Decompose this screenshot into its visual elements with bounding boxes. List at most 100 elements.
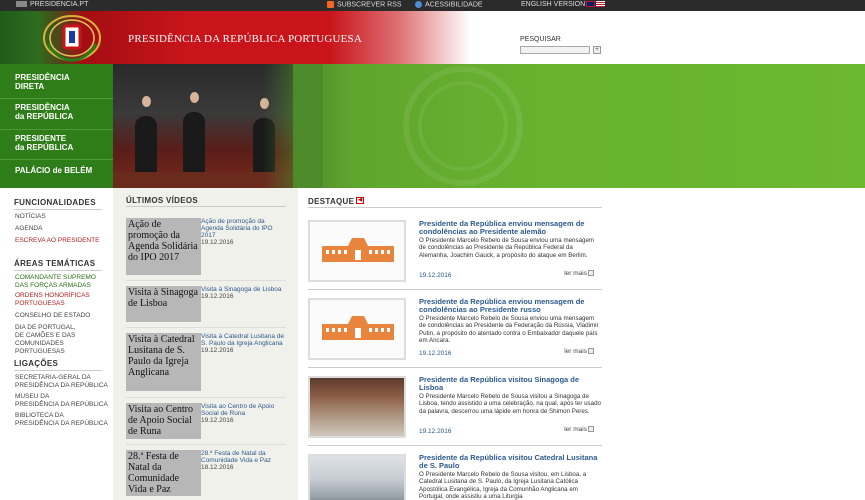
- link-agenda[interactable]: AGENDA: [15, 225, 42, 233]
- link-escreva-presidente[interactable]: ESCREVA AO PRESIDENTE: [15, 237, 99, 245]
- video-thumbnail[interactable]: Visita à Sinagoga de Lisboa: [126, 286, 201, 322]
- plus-icon: [588, 426, 594, 433]
- link-line: PRESIDÊNCIA DA REPÚBLICA: [15, 401, 108, 408]
- divider: [126, 444, 286, 445]
- nav-item-line: PRESIDÊNCIA: [15, 103, 70, 112]
- news-image[interactable]: [308, 220, 406, 282]
- video-title-text: Visita ao Centro de Apoio Social de Runa: [201, 403, 275, 417]
- video-date: 19.12.2016: [201, 417, 234, 424]
- video-title[interactable]: Visita à Catedral Lusitana de S. Paulo d…: [201, 333, 286, 354]
- home-icon: [16, 1, 27, 8]
- divider: [126, 280, 286, 281]
- link-museu[interactable]: MUSEU DA PRESIDÊNCIA DA REPÚBLICA: [15, 393, 108, 409]
- video-date: 19.12.2016: [201, 239, 234, 246]
- arrow-left-icon[interactable]: ◀: [356, 197, 365, 204]
- nav-presidencia-republica[interactable]: PRESIDÊNCIA da REPÚBLICA: [0, 103, 113, 125]
- divider: [308, 207, 602, 208]
- link-dia-de-portugal[interactable]: DIA DE PORTUGAL, DE CAMÕES E DAS COMUNID…: [15, 324, 113, 356]
- video-date: 19.12.2016: [201, 293, 234, 300]
- news-date: 19.12.2016: [419, 428, 452, 435]
- sidebar: FUNCIONALIDADES NOTÍCIAS AGENDA ESCREVA …: [0, 188, 113, 500]
- video-title[interactable]: Visita à Sinagoga de Lisboa 19.12.2016: [201, 286, 286, 300]
- nav-palacio-belem[interactable]: PALÁCIO de BELÉM: [0, 166, 113, 178]
- video-thumbnail[interactable]: Visita ao Centro de Apoio Social de Runa: [126, 403, 201, 439]
- english-version-label: ENGLISH VERSION: [521, 1, 586, 8]
- accessibility-link-label: ACESSIBILIDADE: [425, 1, 483, 9]
- areas-tematicas-heading: ÁREAS TEMÁTICAS: [14, 259, 96, 268]
- link-line: CONSELHO DE ESTADO: [15, 312, 91, 319]
- top-bar: PRESIDENCIA.PT SUBSCREVER RSS ACESSIBILI…: [0, 0, 865, 11]
- nav-divider: [0, 159, 113, 160]
- link-line: ORDENS HONORÍFICAS: [15, 292, 90, 299]
- accessibility-icon: [415, 1, 422, 8]
- us-flag-icon: [596, 1, 606, 8]
- read-more-label: ler mais: [564, 348, 587, 355]
- news-image[interactable]: [308, 454, 406, 500]
- video-title[interactable]: Visita ao Centro de Apoio Social de Runa…: [201, 403, 286, 424]
- destaque-title: DESTAQUE: [308, 197, 355, 206]
- nav-item-line: PALÁCIO de BELÉM: [15, 166, 93, 175]
- nav-divider: [0, 129, 113, 130]
- search-button[interactable]: +: [593, 46, 601, 54]
- video-title[interactable]: Ação de promoção da Agenda Solidária do …: [201, 218, 286, 246]
- rss-link[interactable]: SUBSCREVER RSS: [327, 1, 402, 8]
- watermark-seal-inner: [418, 81, 508, 171]
- read-more-link[interactable]: ler mais: [564, 270, 594, 277]
- video-thumbnail[interactable]: Visita à Catedral Lusitana de S. Paulo d…: [126, 333, 201, 391]
- link-biblioteca[interactable]: BIBLIOTECA DA PRESIDÊNCIA DA REPÚBLICA: [15, 412, 108, 428]
- read-more-link[interactable]: ler mais: [564, 348, 594, 355]
- link-line: DAS FORÇAS ARMADAS: [15, 282, 91, 289]
- ligacoes-heading: LIGAÇÕES: [14, 359, 59, 368]
- news-body: O Presidente Marcelo Rebelo de Sousa vis…: [419, 471, 587, 500]
- divider: [14, 370, 102, 371]
- nav-presidencia-direta[interactable]: PRESIDÊNCIA DIRETA: [0, 73, 113, 95]
- site-link[interactable]: PRESIDENCIA.PT: [16, 1, 88, 8]
- search-label: PESQUISAR: [520, 36, 561, 43]
- link-secretaria-geral[interactable]: SECRETARIA-GERAL DA PRESIDÊNCIA DA REPÚB…: [15, 374, 108, 390]
- link-line: BIBLIOTECA DA: [15, 412, 64, 419]
- video-date: 18.12.2016: [201, 464, 234, 471]
- video-thumbnail[interactable]: Ação de promoção da Agenda Solidária do …: [126, 218, 201, 275]
- news-title[interactable]: Presidente da República visitou Sinagoga…: [419, 376, 602, 392]
- news-title[interactable]: Presidente da República visitou Catedral…: [419, 454, 602, 470]
- link-noticias[interactable]: NOTÍCIAS: [15, 213, 46, 221]
- video-title[interactable]: 28.ª Festa de Natal da Comunidade Vida e…: [201, 450, 286, 471]
- link-ordens-honorificas[interactable]: ORDENS HONORÍFICAS PORTUGUESAS: [15, 292, 90, 308]
- nav-divider: [0, 98, 113, 99]
- english-version-link[interactable]: ENGLISH VERSION: [521, 1, 606, 8]
- nav-presidente-republica[interactable]: PRESIDENTE da REPÚBLICA: [0, 134, 113, 156]
- link-line: MUSEU DA: [15, 393, 50, 400]
- hero-banner[interactable]: [113, 64, 865, 188]
- video-date: 19.12.2016: [201, 347, 234, 354]
- divider: [308, 445, 602, 446]
- video-thumbnail[interactable]: 28.ª Festa de Natal da Comunidade Vida e…: [126, 450, 201, 496]
- hero-fade: [263, 64, 323, 188]
- palace-icon: [322, 316, 394, 340]
- video-title-text: 28.ª Festa de Natal da Comunidade Vida e…: [201, 450, 271, 464]
- link-line: COMANDANTE SUPREMO: [15, 274, 96, 281]
- coat-of-arms-icon[interactable]: [40, 14, 104, 62]
- link-line: PRESIDÊNCIA DA REPÚBLICA: [15, 420, 108, 427]
- link-comandante-supremo[interactable]: COMANDANTE SUPREMO DAS FORÇAS ARMADAS: [15, 274, 96, 290]
- news-title[interactable]: Presidente da República enviou mensagem …: [419, 220, 602, 236]
- news-image[interactable]: [308, 298, 406, 360]
- news-image[interactable]: [308, 376, 406, 438]
- plus-icon: [588, 270, 594, 277]
- site-title[interactable]: PRESIDÊNCIA DA REPÚBLICA PORTUGUESA: [128, 33, 362, 45]
- photo-figure: [183, 112, 205, 174]
- funcionalidades-heading: FUNCIONALIDADES: [14, 198, 96, 207]
- divider: [14, 209, 102, 210]
- videos-heading: ÚLTIMOS VÍDEOS: [126, 196, 199, 205]
- link-conselho-estado[interactable]: CONSELHO DE ESTADO: [15, 312, 90, 320]
- read-more-link[interactable]: ler mais: [564, 426, 594, 433]
- header-banner: PRESIDÊNCIA DA REPÚBLICA PORTUGUESA PESQ…: [0, 11, 865, 64]
- site-link-label: PRESIDENCIA.PT: [30, 1, 89, 8]
- read-more-label: ler mais: [564, 426, 587, 433]
- palace-icon: [322, 238, 394, 262]
- accessibility-link[interactable]: ACESSIBILIDADE: [415, 1, 483, 8]
- video-title-text: Visita à Catedral Lusitana de S. Paulo d…: [201, 333, 284, 347]
- news-title[interactable]: Presidente da República enviou mensagem …: [419, 298, 602, 314]
- rss-link-label: SUBSCREVER RSS: [337, 1, 402, 9]
- video-title-text: Visita à Sinagoga de Lisboa: [201, 286, 282, 293]
- search-input[interactable]: [520, 46, 590, 54]
